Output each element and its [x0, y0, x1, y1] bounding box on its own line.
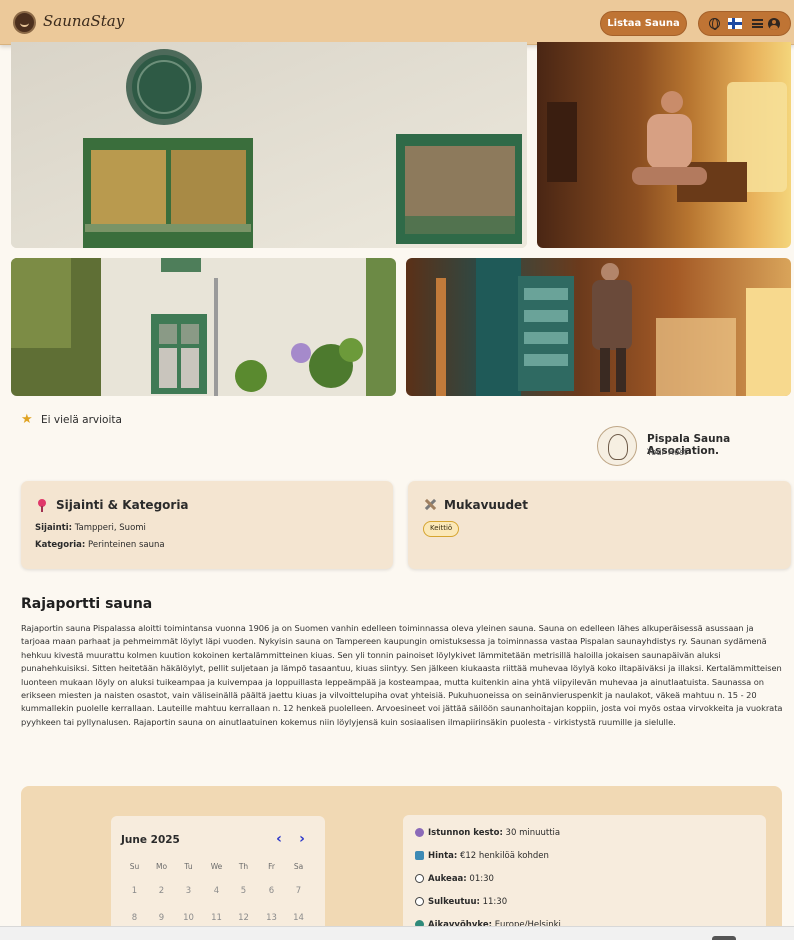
location-category-card: Sijainti & Kategoria Sijainti: Tampperi,… [21, 481, 393, 569]
globe-icon[interactable] [709, 18, 720, 30]
location-card-title: Sijainti & Kategoria [56, 498, 189, 512]
price-row: Hinta: €12 henkilöä kohden [415, 851, 549, 861]
opens-row: Aukeaa: 01:30 [415, 874, 494, 884]
calendar-day[interactable]: 14 [285, 913, 312, 923]
calendar-weekday: Tu [184, 862, 193, 871]
calendar-next-button[interactable]: › [295, 832, 309, 847]
calendar-month: June 2025 [121, 834, 180, 846]
finland-flag-icon[interactable] [728, 18, 742, 29]
category-row: Kategoria: Perinteinen sauna [35, 540, 165, 550]
calendar-day[interactable]: 6 [258, 886, 285, 896]
calendar: June 2025 ‹ › Su Mo Tu We Th Fr Sa 1 2 3… [111, 816, 325, 940]
calendar-weekday: We [210, 862, 223, 871]
calendar-weekday: Fr [268, 862, 275, 871]
price-value: €12 henkilöä kohden [459, 851, 549, 861]
calendar-day[interactable]: 2 [148, 886, 175, 896]
sauna-building-image [11, 42, 527, 248]
amenities-card-title: Mukavuudet [444, 498, 528, 512]
category-label: Kategoria: [35, 540, 86, 550]
price-label: Hinta: [428, 851, 458, 861]
calendar-day[interactable]: 10 [175, 913, 202, 923]
calendar-day[interactable]: 13 [258, 913, 285, 923]
location-label: Sijainti: [35, 523, 73, 533]
user-icon[interactable] [768, 18, 780, 30]
sauna-description: Rajaportin sauna Pispalassa aloitti toim… [21, 623, 783, 727]
calendar-day[interactable]: 1 [121, 886, 148, 896]
saunastay-logo-icon[interactable] [13, 11, 36, 34]
sauna-courtyard-image [11, 258, 396, 396]
calendar-day[interactable]: 12 [230, 913, 257, 923]
calendar-day[interactable]: 11 [203, 913, 230, 923]
money-icon [415, 851, 424, 860]
closes-label: Sulkeutuu: [428, 897, 480, 907]
sauna-title: Rajaportti sauna [21, 596, 153, 612]
host-avatar[interactable] [597, 426, 637, 466]
tools-icon [424, 498, 437, 511]
location-value: Tampperi, Suomi [74, 523, 146, 533]
top-navbar: SaunaStay Listaa Sauna [0, 0, 794, 45]
calendar-day[interactable]: 7 [285, 886, 312, 896]
duration-value: 30 minuuttia [505, 828, 561, 838]
star-icon: ★ [21, 412, 33, 427]
stopwatch-icon [415, 828, 424, 837]
calendar-weekday: Mo [155, 862, 168, 871]
gallery-photo-main[interactable] [11, 42, 527, 248]
menu-icon[interactable] [752, 19, 763, 28]
horizontal-scrollbar[interactable] [0, 926, 794, 940]
duration-label: Istunnon kesto: [428, 828, 503, 838]
gallery-photo-ice-lights[interactable] [537, 42, 791, 248]
session-info-panel: Istunnon kesto: 30 minuuttia Hinta: €12 … [403, 815, 766, 940]
calendar-day[interactable]: 5 [230, 886, 257, 896]
closes-row: Sulkeutuu: 11:30 [415, 897, 508, 907]
list-sauna-button[interactable]: Listaa Sauna [600, 11, 687, 36]
brand-name[interactable]: SaunaStay [43, 12, 124, 30]
calendar-weekday: Sa [293, 862, 304, 871]
location-row: Sijainti: Tampperi, Suomi [35, 523, 146, 533]
amenities-card: Mukavuudet Keittiö [408, 481, 791, 569]
host-role: Your Host [647, 448, 688, 458]
calendar-day[interactable]: 3 [175, 886, 202, 896]
clock-close-icon [415, 897, 424, 906]
calendar-weekday: Su [129, 862, 140, 871]
sauna-ice-image [547, 82, 787, 202]
opens-value: 01:30 [469, 874, 494, 884]
calendar-day[interactable]: 4 [203, 886, 230, 896]
calendar-weekday: Th [238, 862, 249, 871]
calendar-prev-button[interactable]: ‹ [272, 832, 286, 847]
category-value: Perinteinen sauna [88, 540, 165, 550]
opens-label: Aukeaa: [428, 874, 467, 884]
clock-open-icon [415, 874, 424, 883]
calendar-day[interactable]: 8 [121, 913, 148, 923]
amenity-tag: Keittiö [423, 521, 460, 537]
sauna-door-image [436, 258, 791, 396]
rating-text: Ei vielä arvioita [41, 414, 122, 426]
booking-section: June 2025 ‹ › Su Mo Tu We Th Fr Sa 1 2 3… [21, 786, 782, 940]
gallery-photo-courtyard[interactable] [11, 258, 396, 396]
map-pin-icon [37, 499, 47, 512]
gallery-photo-door-winter[interactable] [406, 258, 791, 396]
calendar-day[interactable]: 9 [148, 913, 175, 923]
user-menu-button[interactable] [698, 11, 791, 36]
session-duration-row: Istunnon kesto: 30 minuuttia [415, 828, 561, 838]
closes-value: 11:30 [482, 897, 508, 907]
